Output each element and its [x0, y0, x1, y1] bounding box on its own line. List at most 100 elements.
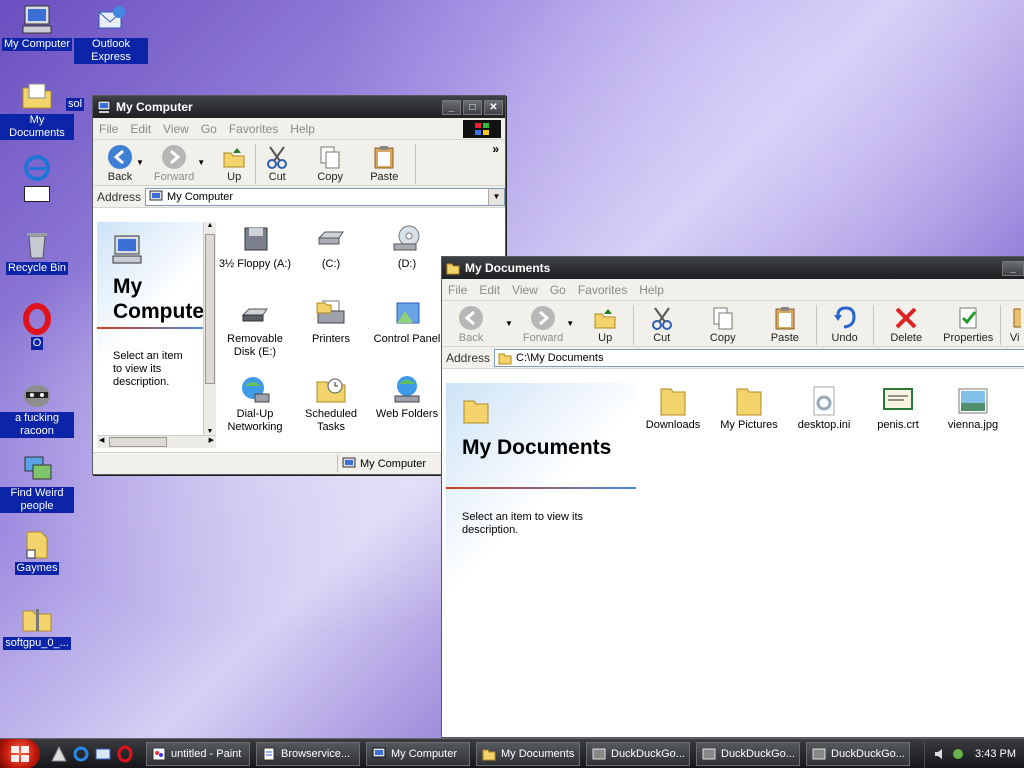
back-button[interactable]: Back	[458, 305, 484, 344]
menu-edit[interactable]: Edit	[479, 283, 500, 297]
item-penis-crt[interactable]: penis.crt	[860, 385, 936, 432]
copy-button[interactable]: Copy	[317, 144, 343, 183]
status-zone: My Computer	[337, 455, 445, 472]
menu-go[interactable]: Go	[550, 283, 566, 297]
horizontal-scrollbar[interactable]: ◀ ▶	[97, 435, 216, 448]
menu-view[interactable]: View	[163, 122, 189, 136]
task-browservice[interactable]: Browservice...	[256, 741, 360, 766]
desktop-icon-recycle-bin[interactable]: Recycle Bin	[0, 228, 74, 275]
task-duckduckgo-2[interactable]: DuckDuckGo...	[696, 741, 800, 766]
folder-icon	[733, 385, 765, 417]
quicklaunch-opera-icon[interactable]	[116, 745, 134, 763]
menu-favorites[interactable]: Favorites	[578, 283, 627, 297]
computer-icon	[97, 100, 111, 114]
forward-dropdown-icon[interactable]: ▼	[197, 158, 205, 167]
item-my-pictures[interactable]: My Pictures	[711, 385, 787, 432]
volume-icon[interactable]	[933, 747, 947, 761]
item-printers[interactable]: Printers	[293, 299, 369, 346]
item-dial-up-networking[interactable]: Dial-Up Networking	[217, 374, 293, 434]
desktop-icon-opera[interactable]: O	[0, 303, 74, 350]
desktop-icon-softgpu[interactable]: softgpu_0_...	[0, 603, 74, 650]
minimize-button[interactable]: _	[1002, 260, 1024, 276]
address-dropdown-button[interactable]: ▼	[488, 188, 504, 205]
item-removable-disk[interactable]: Removable Disk (E:)	[217, 299, 293, 359]
clock[interactable]: 3:43 PM	[975, 748, 1016, 760]
task-paint[interactable]: untitled - Paint	[146, 741, 250, 766]
cut-button[interactable]: Cut	[264, 144, 290, 183]
racoon-icon	[21, 378, 53, 410]
up-button[interactable]: Up	[592, 305, 618, 344]
vertical-scrollbar[interactable]: ▲ ▼	[203, 222, 216, 435]
minimize-button[interactable]: _	[442, 99, 461, 115]
back-dropdown-icon[interactable]: ▼	[505, 319, 513, 328]
network-people-icon	[21, 453, 53, 485]
menu-file[interactable]: File	[448, 283, 467, 297]
forward-button[interactable]: Forward	[523, 305, 563, 344]
forward-dropdown-icon[interactable]: ▼	[566, 319, 574, 328]
my-computer-titlebar[interactable]: My Computer _ □ ✕	[93, 96, 505, 118]
item-downloads[interactable]: Downloads	[635, 385, 711, 432]
desktop-icon-my-computer[interactable]: My Computer	[0, 4, 74, 51]
quicklaunch-outlook-icon[interactable]	[94, 745, 112, 763]
undo-button[interactable]: Undo	[831, 305, 858, 344]
menu-help[interactable]: Help	[290, 122, 315, 136]
item-drive-d[interactable]: (D:)	[369, 224, 445, 271]
back-button[interactable]: Back	[107, 144, 133, 183]
network-icon[interactable]	[951, 747, 965, 761]
task-duckduckgo-3[interactable]: DuckDuckGo...	[806, 741, 910, 766]
item-scheduled-tasks[interactable]: Scheduled Tasks	[293, 374, 369, 434]
item-desktop-ini[interactable]: desktop.ini	[786, 385, 862, 432]
task-my-documents[interactable]: My Documents	[476, 741, 580, 766]
quicklaunch-desktop-icon[interactable]	[50, 745, 68, 763]
item-vienna-jpg[interactable]: vienna.jpg	[935, 385, 1011, 432]
desktop-icon-racoon[interactable]: a fucking racoon	[0, 378, 74, 438]
task-label: My Documents	[501, 747, 575, 760]
close-button[interactable]: ✕	[484, 99, 503, 115]
item-floppy[interactable]: 3½ Floppy (A:)	[217, 224, 293, 271]
menu-edit[interactable]: Edit	[130, 122, 151, 136]
removable-disk-icon	[239, 299, 271, 331]
desktop-icon-sol[interactable]: sol	[60, 98, 90, 111]
desktop-icon-gaymes[interactable]: Gaymes	[0, 528, 74, 575]
item-web-folders[interactable]: Web Folders	[369, 374, 445, 421]
item-drive-c[interactable]: (C:)	[293, 224, 369, 271]
desktop-icon-label: O	[30, 337, 44, 350]
desktop-icon-ie[interactable]	[0, 152, 74, 202]
cut-button[interactable]: Cut	[649, 305, 675, 344]
address-input[interactable]: My Computer ▼	[145, 187, 505, 206]
maximize-button[interactable]: □	[463, 99, 482, 115]
start-button[interactable]	[0, 738, 40, 768]
scrollbar-thumb[interactable]	[205, 234, 215, 384]
menu-file[interactable]: File	[99, 122, 118, 136]
paste-button[interactable]: Paste	[370, 144, 398, 183]
item-control-panel[interactable]: Control Panel	[369, 299, 445, 346]
toolbar: Back ▼ Forward ▼ Up Cut Copy Paste »	[93, 140, 505, 186]
desktop-icon-find-weird-people[interactable]: Find Weird people	[0, 453, 74, 513]
address-input[interactable]: C:\My Documents	[494, 348, 1024, 367]
scissors-icon	[264, 144, 290, 170]
panel-description: Select an item to view its description.	[113, 350, 183, 388]
properties-button[interactable]: Properties	[943, 305, 993, 344]
copy-button[interactable]: Copy	[710, 305, 736, 344]
menu-help[interactable]: Help	[639, 283, 664, 297]
forward-button[interactable]: Forward	[154, 144, 194, 183]
desktop-icon-outlook-express[interactable]: Outlook Express	[74, 4, 148, 64]
menu-go[interactable]: Go	[201, 122, 217, 136]
menu-favorites[interactable]: Favorites	[229, 122, 278, 136]
settings-file-icon	[808, 385, 840, 417]
panel-description: Select an item to view its description.	[462, 511, 584, 536]
toolbar-chevron-icon[interactable]: »	[492, 142, 499, 156]
back-dropdown-icon[interactable]: ▼	[136, 158, 144, 167]
scrollbar-thumb[interactable]	[109, 437, 167, 447]
task-duckduckgo-1[interactable]: DuckDuckGo...	[586, 741, 690, 766]
delete-button[interactable]: Delete	[890, 305, 922, 344]
views-button[interactable]: Vi	[1010, 305, 1022, 344]
opera-icon	[21, 303, 53, 335]
up-button[interactable]: Up	[221, 144, 247, 183]
paste-button[interactable]: Paste	[771, 305, 799, 344]
task-my-computer[interactable]: My Computer	[366, 741, 470, 766]
quicklaunch-ie-icon[interactable]	[72, 745, 90, 763]
my-documents-window[interactable]: My Documents _ File Edit View Go Favorit…	[441, 256, 1024, 738]
menu-view[interactable]: View	[512, 283, 538, 297]
my-documents-titlebar[interactable]: My Documents _	[442, 257, 1024, 279]
